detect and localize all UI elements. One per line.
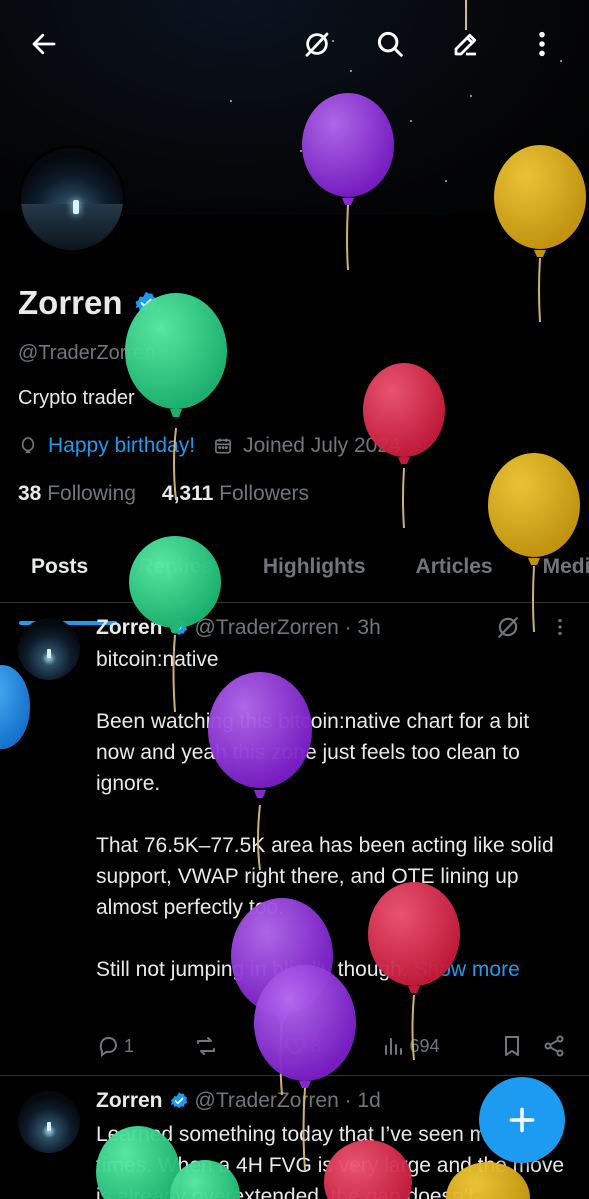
view-count: 694 [409,1035,440,1056]
back-arrow-icon[interactable] [26,26,62,62]
grok-icon[interactable] [495,614,521,640]
balloon-green [125,293,227,501]
plus-icon [509,1107,535,1133]
top-bar [0,0,589,88]
show-more-link[interactable]: Show more [414,958,520,981]
post-author-name[interactable]: Zorren [96,616,163,640]
edit-icon[interactable] [448,26,484,62]
tab-replies[interactable]: Replies [107,545,232,602]
tab-articles[interactable]: Articles [385,545,512,602]
tab-highlights[interactable]: Highlights [232,545,385,602]
search-icon[interactable] [372,26,408,62]
followers-link[interactable]: 4,311 Followers [162,482,309,506]
reply-button[interactable]: 1 [96,1034,134,1058]
post-paragraph: Been watching this bitcoin:native chart … [96,710,530,795]
profile-meta-row: Happy birthday! Joined July 2024 › [18,434,421,458]
post-tools [495,614,571,640]
profile-avatar[interactable] [18,145,126,253]
joined-date: Joined July 2024 [243,434,401,457]
post-item[interactable]: Zorren @TraderZorren · 3h bitcoin:native… [0,604,589,1076]
share-icon[interactable] [542,1034,566,1058]
repost-button[interactable] [194,1034,222,1058]
views-button[interactable]: 694 [381,1034,439,1058]
post-secondary-actions [500,1034,566,1058]
verified-badge-icon [170,1092,187,1109]
reply-count: 1 [124,1035,135,1056]
post-paragraph: That 76.5K–77.5K area has been acting li… [96,834,554,919]
birthday-link[interactable]: Happy birthday! [48,434,195,458]
profile-handle: @TraderZorren [18,342,156,364]
post-avatar[interactable] [18,618,80,680]
post-header: Zorren @TraderZorren · 1d [96,1089,381,1113]
following-link[interactable]: 38 Following [18,482,136,506]
more-vertical-icon[interactable] [549,616,571,638]
post-paragraph: Still not jumping in blindly though. [96,958,408,981]
heart-icon [285,1037,305,1056]
profile-tabs: Posts Replies Highlights Articles Media [0,545,589,625]
tab-media[interactable]: Media [512,545,589,602]
bookmark-icon[interactable] [500,1034,524,1058]
like-count: 8 [310,1035,321,1056]
follow-counts: 38 Following 4,311 Followers [18,482,309,506]
post-handle-time: @TraderZorren · 1d [194,1089,381,1112]
post-paragraph: bitcoin:native [96,648,219,671]
profile-bio: Crypto trader [18,387,135,409]
verified-badge-icon [170,619,187,636]
repost-icon [197,1037,216,1055]
post-handle-time: @TraderZorren · 3h [194,616,381,639]
tab-posts[interactable]: Posts [0,545,118,625]
compose-button[interactable] [479,1077,565,1163]
post-actions: 1 8 694 [96,1034,566,1058]
verified-badge-icon[interactable] [133,290,159,316]
more-vertical-icon[interactable] [524,26,560,62]
balloon-icon [21,437,35,454]
profile-name-row: Zorren [18,284,159,322]
profile-name: Zorren [18,284,123,321]
post-header: Zorren @TraderZorren · 3h [96,616,381,640]
like-button[interactable]: 8 [283,1034,321,1058]
post-author-name[interactable]: Zorren [96,1089,163,1113]
reply-icon [99,1037,117,1057]
calendar-icon [215,438,232,454]
chevron-right-icon[interactable]: › [415,435,422,458]
post-text: bitcoin:native Been watching this bitcoi… [96,644,566,1016]
post-avatar[interactable] [18,1091,80,1153]
grok-icon[interactable] [299,26,335,62]
views-icon [385,1038,403,1055]
